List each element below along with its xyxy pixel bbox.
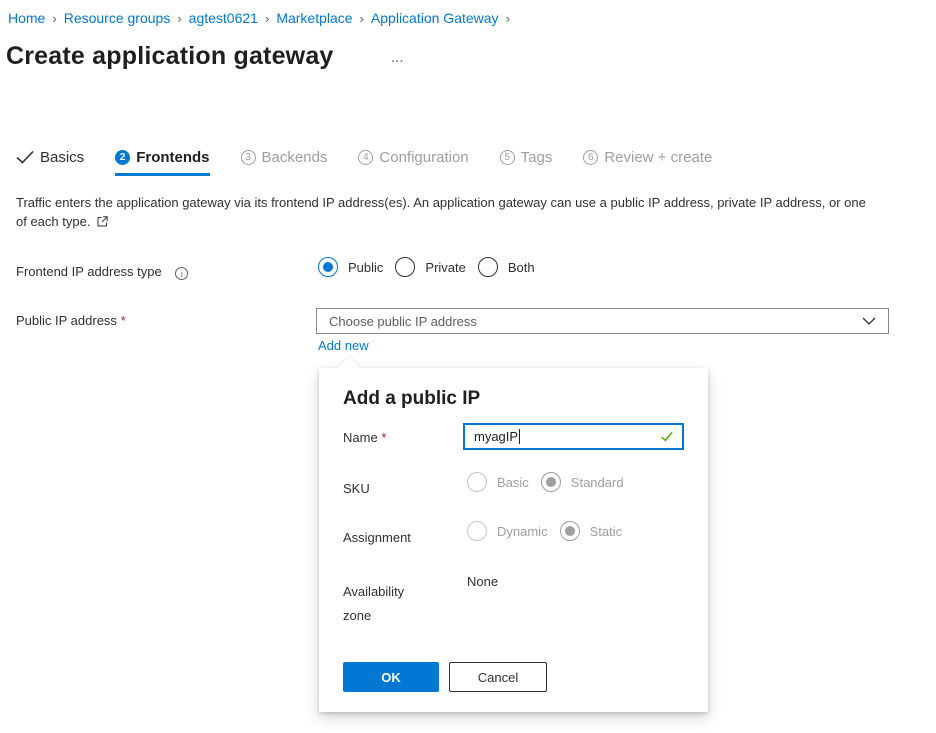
name-input[interactable]: myagIP bbox=[463, 423, 684, 450]
checkmark-icon bbox=[661, 431, 673, 442]
tab-label: Review + create bbox=[604, 148, 713, 166]
radio-private[interactable]: Private bbox=[395, 257, 466, 277]
name-label: Name * bbox=[343, 430, 386, 445]
external-link-icon[interactable] bbox=[97, 216, 108, 227]
tab-frontends[interactable]: 2 Frontends bbox=[115, 145, 210, 176]
chevron-right-icon: › bbox=[505, 10, 510, 26]
radio-label: Standard bbox=[570, 474, 624, 490]
radio-label: Both bbox=[507, 259, 535, 275]
tab-tags[interactable]: 5 Tags bbox=[499, 145, 553, 169]
tab-label: Basics bbox=[40, 148, 85, 166]
breadcrumb-resource-groups[interactable]: Resource groups bbox=[64, 10, 171, 26]
description-text: Traffic enters the application gateway v… bbox=[16, 195, 866, 229]
label-text: zone bbox=[343, 608, 372, 623]
tab-label: Tags bbox=[520, 148, 553, 166]
tab-label: Configuration bbox=[379, 148, 469, 166]
chevron-right-icon: › bbox=[264, 10, 270, 26]
callout-title: Add a public IP bbox=[343, 388, 481, 409]
tab-configuration[interactable]: 4 Configuration bbox=[358, 145, 469, 169]
breadcrumb-application-gateway[interactable]: Application Gateway bbox=[371, 10, 499, 26]
checkmark-icon bbox=[16, 150, 34, 164]
sku-radio-group: Basic Standard bbox=[467, 472, 636, 492]
section-description: Traffic enters the application gateway v… bbox=[16, 193, 876, 231]
label-text: Name bbox=[343, 430, 378, 445]
radio-public[interactable]: Public bbox=[318, 257, 383, 277]
radio-label: Private bbox=[425, 259, 466, 275]
public-ip-dropdown[interactable]: Choose public IP address bbox=[316, 308, 889, 334]
input-value: myagIP bbox=[474, 429, 519, 444]
step-number: 3 bbox=[240, 149, 256, 165]
radio-sku-basic[interactable]: Basic bbox=[467, 472, 529, 492]
radio-sku-standard[interactable]: Standard bbox=[540, 472, 624, 492]
public-ip-label: Public IP address * bbox=[16, 313, 126, 328]
radio-button[interactable] bbox=[467, 521, 487, 541]
page-title: Create application gateway bbox=[6, 42, 334, 70]
radio-button[interactable] bbox=[559, 521, 580, 541]
tab-label: Backends bbox=[261, 148, 328, 166]
radio-button[interactable] bbox=[318, 257, 338, 277]
chevron-right-icon: › bbox=[177, 10, 182, 26]
ok-button[interactable]: OK bbox=[343, 662, 439, 692]
radio-label: Public bbox=[348, 259, 384, 275]
tab-label: Frontends bbox=[136, 148, 210, 166]
step-number: 6 bbox=[583, 149, 599, 165]
radio-button[interactable] bbox=[467, 472, 487, 492]
radio-both[interactable]: Both bbox=[477, 257, 535, 277]
required-marker: * bbox=[120, 313, 126, 328]
info-icon[interactable]: i bbox=[175, 267, 189, 280]
breadcrumb: Home › Resource groups › agtest0621 › Ma… bbox=[8, 10, 517, 26]
breadcrumb-home[interactable]: Home bbox=[8, 10, 45, 26]
breadcrumb-resource-group[interactable]: agtest0621 bbox=[189, 10, 258, 26]
radio-label: Static bbox=[589, 523, 623, 539]
assignment-radio-group: Dynamic Static bbox=[467, 521, 634, 541]
radio-button[interactable] bbox=[395, 257, 416, 277]
text-caret bbox=[519, 429, 521, 444]
sku-label: SKU bbox=[343, 481, 370, 496]
required-marker: * bbox=[381, 430, 387, 445]
label-text: Availability bbox=[343, 584, 405, 599]
label-text: Public IP address bbox=[16, 313, 117, 328]
chevron-down-icon bbox=[862, 317, 876, 325]
breadcrumb-marketplace[interactable]: Marketplace bbox=[276, 10, 352, 26]
radio-label: Basic bbox=[497, 474, 529, 490]
step-number: 5 bbox=[499, 149, 515, 165]
radio-assignment-static[interactable]: Static bbox=[559, 521, 623, 541]
availability-zone-value: None bbox=[467, 574, 499, 589]
radio-button[interactable] bbox=[477, 257, 498, 277]
radio-button[interactable] bbox=[540, 472, 561, 492]
frontend-ip-type-radio-group: Public Private Both bbox=[318, 257, 547, 277]
radio-label: Dynamic bbox=[497, 523, 548, 539]
assignment-label: Assignment bbox=[343, 530, 411, 545]
tab-review-create[interactable]: 6 Review + create bbox=[583, 145, 712, 169]
label-text: Frontend IP address type bbox=[16, 264, 162, 279]
cancel-button[interactable]: Cancel bbox=[449, 662, 547, 692]
step-number: 2 bbox=[115, 149, 131, 165]
radio-assignment-dynamic[interactable]: Dynamic bbox=[467, 521, 548, 541]
add-new-link[interactable]: Add new bbox=[318, 338, 369, 353]
availability-zone-label: Availability zone bbox=[343, 580, 404, 628]
step-number: 4 bbox=[358, 149, 374, 165]
chevron-right-icon: › bbox=[52, 10, 57, 26]
frontend-ip-type-label: Frontend IP address type i bbox=[16, 264, 189, 280]
tab-backends[interactable]: 3 Backends bbox=[240, 145, 328, 169]
tab-basics[interactable]: Basics bbox=[16, 145, 84, 169]
dropdown-placeholder: Choose public IP address bbox=[329, 313, 477, 329]
more-options-button[interactable]: ... bbox=[391, 49, 404, 66]
wizard-tabs: Basics 2 Frontends 3 Backends 4 Configur… bbox=[16, 145, 743, 176]
chevron-right-icon: › bbox=[359, 10, 364, 26]
